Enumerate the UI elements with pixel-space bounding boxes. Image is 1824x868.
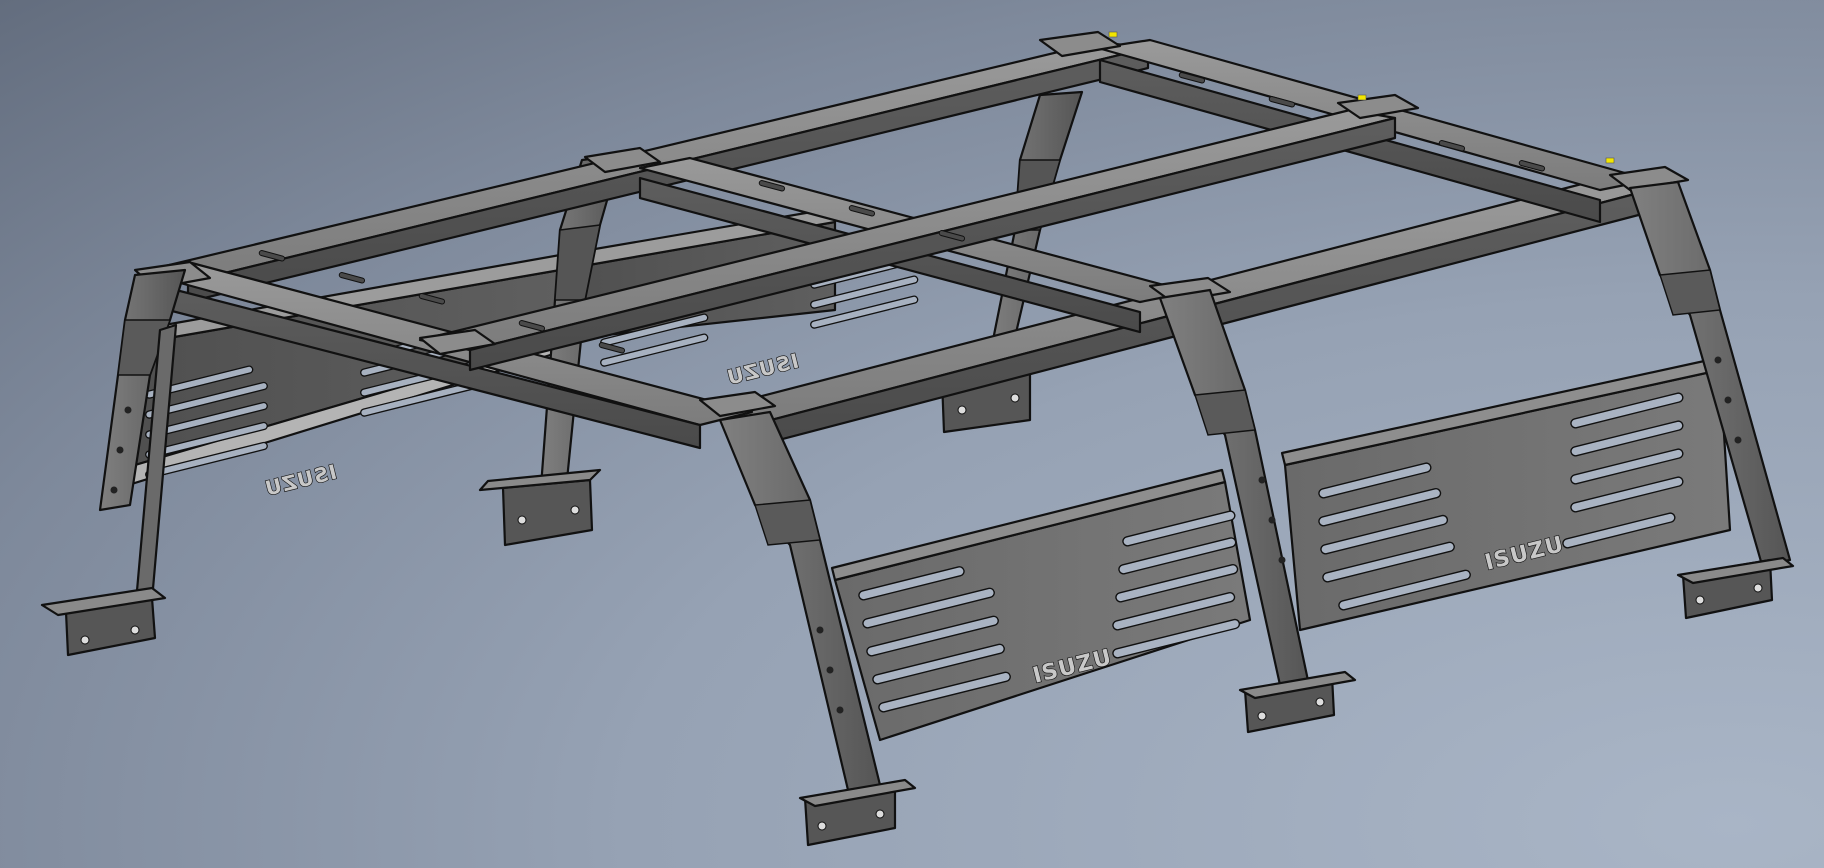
rear-left-panel-logo: ISUZU (262, 460, 339, 501)
rack-3d-model[interactable]: ISUZU ISUZU ISUZU ISUZU (0, 0, 1824, 868)
cad-viewport[interactable]: ISUZU ISUZU ISUZU ISUZU (0, 0, 1824, 868)
front-left-post (40, 268, 187, 657)
rear-right-panel-logo: ISUZU (724, 349, 801, 390)
